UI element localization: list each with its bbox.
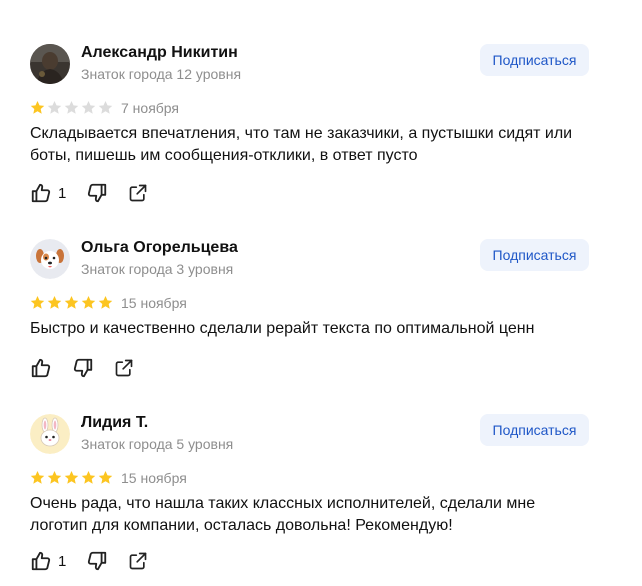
share-icon [128,551,148,571]
review-date: 15 ноября [121,295,187,311]
review-card: Лидия Т. Знаток города 5 уровня Подписат… [30,414,590,584]
dislike-button[interactable] [86,182,108,204]
like-count: 1 [58,552,67,570]
star-empty-icon [47,100,62,114]
review-actions [30,357,154,379]
star-filled-icon [30,100,45,114]
thumbs-down-icon [86,550,108,572]
thumbs-up-icon [30,550,52,572]
reviewer-level: Знаток города 5 уровня [81,436,234,452]
review-actions: 1 [30,182,168,204]
avatar[interactable] [30,44,70,84]
rating-stars [30,295,113,311]
star-empty-icon [64,100,79,114]
share-button[interactable] [128,551,148,571]
thumbs-up-icon [30,357,52,379]
review-card: Александр Никитин Знаток города 12 уровн… [30,44,590,214]
star-empty-icon [81,100,96,114]
star-filled-icon [30,470,45,484]
share-icon [114,358,134,378]
thumbs-up-icon [30,182,52,204]
review-text: Быстро и качественно сделали рерайт текс… [30,320,535,337]
dislike-button[interactable] [86,550,108,572]
share-button[interactable] [114,358,134,378]
rating-stars [30,100,113,116]
reviewer-name[interactable]: Лидия Т. [81,414,148,432]
avatar[interactable] [30,414,70,454]
subscribe-button[interactable]: Подписаться [480,44,589,76]
reviewer-name[interactable]: Александр Никитин [81,44,238,62]
star-empty-icon [98,100,113,114]
thumbs-down-icon [86,182,108,204]
like-button[interactable]: 1 [30,182,66,204]
star-filled-icon [98,295,113,309]
star-filled-icon [47,470,62,484]
star-filled-icon [81,470,96,484]
subscribe-button[interactable]: Подписаться [480,414,589,446]
review-actions: 1 [30,550,168,572]
thumbs-down-icon [72,357,94,379]
review-text: Очень рада, что нашла таких классных исп… [30,495,536,534]
star-filled-icon [30,295,45,309]
reviewer-level: Знаток города 12 уровня [81,66,242,82]
like-button[interactable] [30,357,52,379]
like-button[interactable]: 1 [30,550,66,572]
star-filled-icon [81,295,96,309]
star-filled-icon [47,295,62,309]
avatar[interactable] [30,239,70,279]
like-count: 1 [58,184,67,202]
review-card: Ольга Огорельцева Знаток города 3 уровня… [30,239,590,389]
share-button[interactable] [128,183,148,203]
subscribe-button[interactable]: Подписаться [480,239,589,271]
rating-stars [30,470,113,486]
review-text: Складывается впечатления, что там не зак… [30,125,573,164]
review-date: 15 ноября [121,470,187,486]
review-date: 7 ноября [121,100,180,116]
dislike-button[interactable] [72,357,94,379]
reviewer-name[interactable]: Ольга Огорельцева [81,239,238,257]
star-filled-icon [64,470,79,484]
star-filled-icon [64,295,79,309]
reviewer-level: Знаток города 3 уровня [81,261,234,277]
star-filled-icon [98,470,113,484]
share-icon [128,183,148,203]
